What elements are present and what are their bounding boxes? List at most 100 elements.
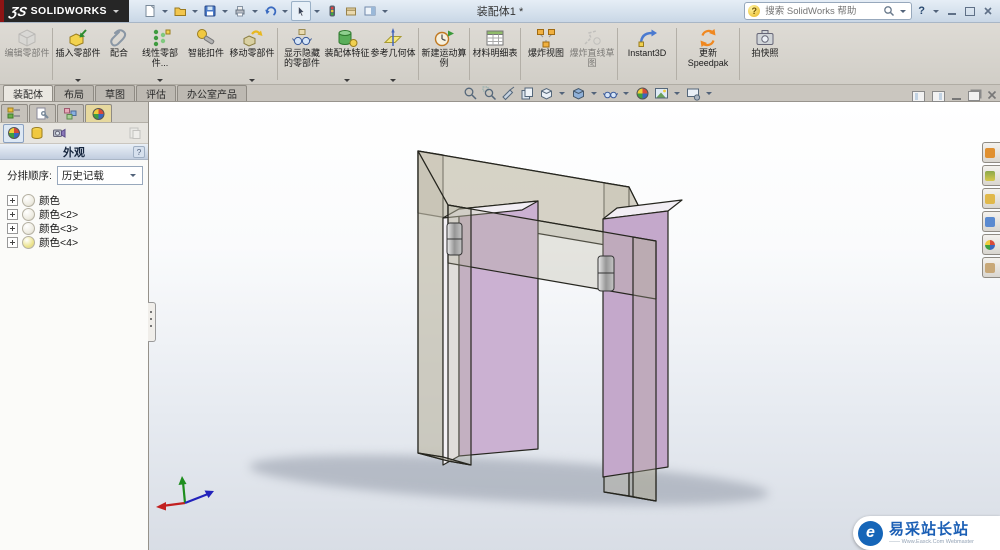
chevron-down-icon[interactable]: [221, 9, 228, 13]
chevron-down-icon[interactable]: [191, 9, 198, 13]
chevron-down-icon[interactable]: [933, 9, 939, 13]
maximize-button[interactable]: [963, 5, 977, 18]
appearances-icon: [985, 239, 995, 250]
view-orientation-icon[interactable]: [538, 86, 554, 101]
take-snapshot-button[interactable]: 拍快照: [742, 24, 788, 84]
watermark: e 易采站长站 —— Www.Easck.Com Webmaster: [853, 516, 1000, 550]
feature-manager-tab[interactable]: [1, 104, 28, 122]
close-button[interactable]: [981, 5, 995, 18]
new-document-button[interactable]: [141, 2, 159, 20]
smart-fasteners-button[interactable]: 智能扣件: [183, 24, 229, 84]
tab-evaluate[interactable]: 评估: [136, 85, 176, 101]
assembly-features-button[interactable]: 装配体特征: [324, 24, 370, 84]
chevron-down-icon[interactable]: [559, 92, 565, 95]
property-manager-tab[interactable]: [29, 104, 56, 122]
expand-icon[interactable]: [7, 237, 18, 248]
chevron-down-icon[interactable]: [112, 9, 119, 13]
chevron-down-icon[interactable]: [313, 9, 320, 13]
tree-item[interactable]: 颜色<3>: [7, 222, 148, 235]
print-button[interactable]: [231, 2, 249, 20]
edit-appearance-icon[interactable]: [634, 86, 650, 101]
new-motion-study-icon: [433, 26, 455, 49]
copy-appearance-tool[interactable]: [125, 125, 144, 142]
tree-item[interactable]: 颜色<4>: [7, 236, 148, 249]
tree-item[interactable]: 颜色: [7, 194, 148, 207]
tab-office-products[interactable]: 办公室产品: [177, 85, 247, 101]
sort-order-select[interactable]: 历史记载: [56, 166, 143, 185]
undo-button[interactable]: [261, 2, 279, 20]
chevron-down-icon[interactable]: [381, 9, 388, 13]
linear-component-pattern-button[interactable]: 线性零部件...: [137, 24, 183, 84]
zoom-to-fit-icon[interactable]: [462, 86, 478, 101]
pane-right-icon[interactable]: [932, 90, 945, 102]
minimize-button[interactable]: [945, 5, 959, 18]
expand-icon[interactable]: [7, 223, 18, 234]
assembly-model[interactable]: [149, 102, 1000, 550]
search-icon[interactable]: [883, 5, 895, 17]
edit-component-button[interactable]: 编辑零部件: [4, 24, 50, 84]
search-input[interactable]: [763, 4, 881, 18]
expand-icon[interactable]: [7, 209, 18, 220]
insert-component-button[interactable]: 插入零部件: [55, 24, 101, 84]
doc-minimize-icon[interactable]: [952, 93, 961, 100]
chevron-down-icon[interactable]: [706, 92, 712, 95]
bill-of-materials-button[interactable]: 材料明细表: [472, 24, 518, 84]
file-explorer-button[interactable]: [982, 188, 1000, 209]
open-button[interactable]: [171, 2, 189, 20]
display-style-icon[interactable]: [570, 86, 586, 101]
tab-sketch[interactable]: 草图: [95, 85, 135, 101]
tab-layout[interactable]: 布局: [54, 85, 94, 101]
apply-scene-icon[interactable]: [653, 86, 669, 101]
configuration-manager-tab[interactable]: [57, 104, 84, 122]
move-component-button[interactable]: 移动零部件: [229, 24, 275, 84]
show-hidden-components-button[interactable]: 显示隐藏的零部件: [280, 24, 324, 84]
chevron-down-icon[interactable]: [161, 9, 168, 13]
help-button[interactable]: ?: [916, 5, 927, 17]
tree-item[interactable]: 颜色<2>: [7, 208, 148, 221]
view-settings-icon[interactable]: [685, 86, 701, 101]
task-pane-toggle-button[interactable]: [361, 2, 379, 20]
exploded-view-button[interactable]: 爆炸视图: [523, 24, 569, 84]
expand-icon[interactable]: [7, 195, 18, 206]
select-button[interactable]: [290, 1, 311, 21]
reference-geometry-button[interactable]: 参考几何体: [370, 24, 416, 84]
chevron-down-icon[interactable]: [900, 9, 907, 13]
doc-close-icon[interactable]: [987, 87, 997, 105]
options-button[interactable]: [342, 2, 360, 20]
save-button[interactable]: [201, 2, 219, 20]
doc-restore-icon[interactable]: [968, 91, 980, 101]
explode-line-sketch-button[interactable]: 爆炸直线草图: [569, 24, 615, 84]
title-bar: ƷS SOLIDWORKS 装配体1 * ? ?: [0, 0, 1000, 23]
tab-assembly[interactable]: 装配体: [3, 85, 53, 101]
custom-properties-button[interactable]: [982, 257, 1000, 278]
decals-tool[interactable]: [27, 125, 46, 142]
chevron-down-icon[interactable]: [674, 92, 680, 95]
chevron-down-icon[interactable]: [591, 92, 597, 95]
search-box[interactable]: ?: [744, 2, 913, 20]
chevron-down-icon[interactable]: [281, 9, 288, 13]
design-library-button[interactable]: [982, 165, 1000, 186]
selection-filter-button[interactable]: [323, 2, 341, 20]
panel-help-button[interactable]: ?: [133, 146, 145, 158]
section-view-icon[interactable]: [500, 86, 516, 101]
update-speedpak-button[interactable]: 更新 Speedpak: [679, 24, 737, 84]
mate-button[interactable]: 配合: [101, 24, 137, 84]
pane-left-icon[interactable]: [912, 90, 925, 102]
panel-tab-strip: [0, 102, 148, 123]
chevron-down-icon[interactable]: [251, 9, 258, 13]
display-manager-tab[interactable]: [85, 104, 112, 122]
panel-title: 外观: [63, 146, 85, 159]
zoom-to-area-icon[interactable]: [481, 86, 497, 101]
new-motion-study-button[interactable]: 新建运动算例: [421, 24, 467, 84]
hide-show-items-icon[interactable]: [602, 86, 618, 101]
3d-drawing-view-icon[interactable]: [519, 86, 535, 101]
instant3d-button[interactable]: Instant3D: [620, 24, 674, 84]
home-button[interactable]: [982, 142, 1000, 163]
chevron-down-icon[interactable]: [623, 92, 629, 95]
appearances-tool[interactable]: [3, 123, 24, 143]
appearances-pane-button[interactable]: [982, 234, 1000, 255]
view-palette-button[interactable]: [982, 211, 1000, 232]
panel-splitter[interactable]: [148, 302, 156, 342]
graphics-area[interactable]: e 易采站长站 —— Www.Easck.Com Webmaster: [149, 102, 1000, 550]
scene-lights-tool[interactable]: [49, 125, 68, 142]
